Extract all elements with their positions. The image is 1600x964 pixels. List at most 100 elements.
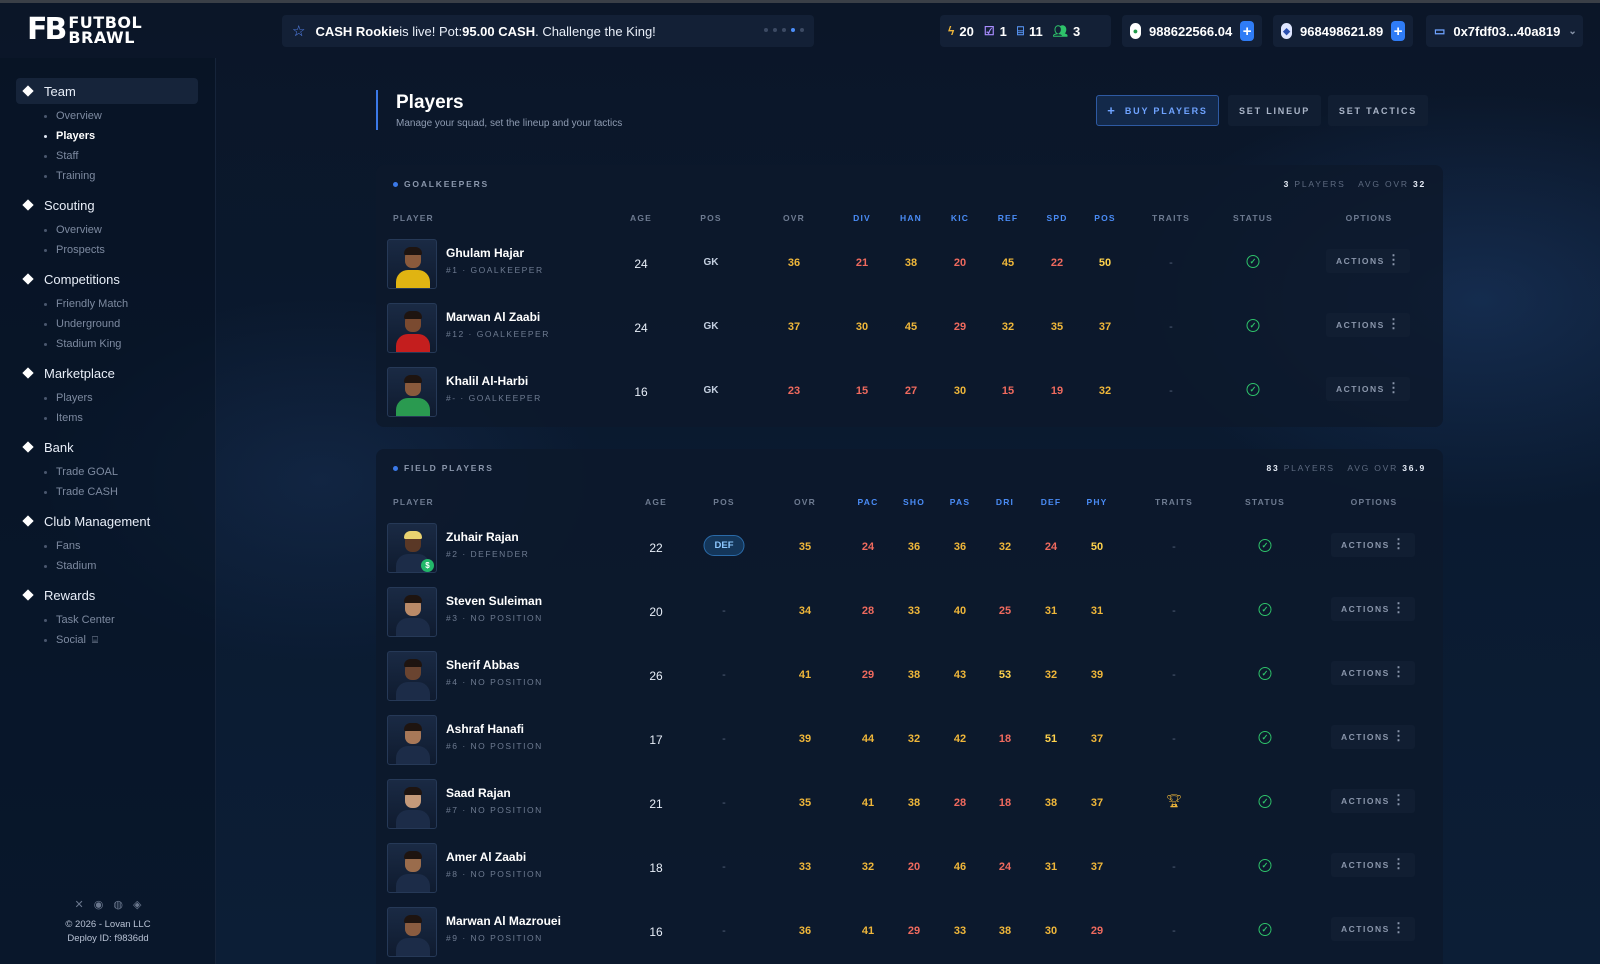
player-name[interactable]: Amer Al Zaabi: [446, 850, 526, 864]
player-name[interactable]: Ashraf Hanafi: [446, 722, 524, 736]
nav-fans[interactable]: Fans: [16, 536, 215, 556]
col-pos-stat[interactable]: POS: [1094, 213, 1116, 223]
nav-team-overview[interactable]: Overview: [16, 106, 215, 126]
nav-marketplace-items[interactable]: Items: [16, 408, 215, 428]
nav-team-players[interactable]: Players: [16, 126, 215, 146]
table-row[interactable]: Marwan Al Mazrouei #9 · NO POSITION 16 -…: [376, 901, 1443, 964]
nav-marketplace[interactable]: Marketplace: [16, 360, 198, 386]
gifts-stat[interactable]: ⌸ 11: [1017, 24, 1043, 39]
nav-marketplace-players[interactable]: Players: [16, 388, 215, 408]
nav-competitions[interactable]: Competitions: [16, 266, 198, 292]
col-ref[interactable]: REF: [998, 213, 1019, 223]
nav-stadium-king[interactable]: Stadium King: [16, 334, 215, 354]
col-sho[interactable]: SHO: [903, 497, 925, 507]
trophy-icon[interactable]: 🏆︎: [1166, 793, 1183, 809]
player-name[interactable]: Marwan Al Zaabi: [446, 310, 540, 324]
wallet-address-menu[interactable]: ▭ 0x7fdf03...40a819 ⌄: [1426, 15, 1583, 47]
col-div[interactable]: DIV: [853, 213, 871, 223]
telegram-icon[interactable]: ◉: [94, 898, 104, 912]
nav-bank[interactable]: Bank: [16, 434, 198, 460]
col-ovr[interactable]: OVR: [794, 497, 816, 507]
col-def[interactable]: DEF: [1041, 497, 1062, 507]
col-pas[interactable]: PAS: [950, 497, 970, 507]
player-name[interactable]: Zuhair Rajan: [446, 530, 519, 544]
status-ok-icon: ✓: [1258, 859, 1272, 872]
col-kic[interactable]: KIC: [951, 213, 969, 223]
col-spd[interactable]: SPD: [1046, 213, 1067, 223]
actions-button[interactable]: ACTIONS ⋮: [1331, 789, 1415, 813]
ticker-dot[interactable]: [764, 28, 768, 32]
add-cash-button[interactable]: +: [1240, 21, 1254, 41]
player-name[interactable]: Khalil Al-Harbi: [446, 374, 528, 388]
table-row[interactable]: $ Zuhair Rajan #2 · DEFENDER 22 DEF 35 2…: [376, 517, 1443, 581]
player-name[interactable]: Marwan Al Mazrouei: [446, 914, 561, 928]
col-phy[interactable]: PHY: [1086, 497, 1107, 507]
col-dri[interactable]: DRI: [996, 497, 1014, 507]
player-name[interactable]: Saad Rajan: [446, 786, 511, 800]
nav-task-center[interactable]: Task Center: [16, 610, 215, 630]
col-age[interactable]: AGE: [645, 497, 667, 507]
nav-team-training[interactable]: Training: [16, 166, 215, 186]
set-lineup-button[interactable]: SET LINEUP: [1228, 95, 1321, 126]
col-ovr[interactable]: OVR: [783, 213, 805, 223]
discord-icon[interactable]: ◍: [113, 898, 123, 912]
set-tactics-button[interactable]: SET TACTICS: [1328, 95, 1428, 126]
nav-stadium[interactable]: Stadium: [16, 556, 215, 576]
tasks-stat[interactable]: ☑ 1: [984, 24, 1007, 39]
add-goal-button[interactable]: +: [1391, 21, 1405, 41]
actions-button[interactable]: ACTIONS ⋮: [1331, 917, 1415, 941]
nav-team[interactable]: Team: [16, 78, 198, 104]
col-pac[interactable]: PAC: [858, 497, 879, 507]
ticker-dot[interactable]: [800, 28, 804, 32]
nav-scouting-overview[interactable]: Overview: [16, 220, 215, 240]
friends-stat[interactable]: 👥︎ 3: [1053, 24, 1080, 39]
col-age[interactable]: AGE: [630, 213, 652, 223]
actions-button[interactable]: ACTIONS ⋮: [1326, 377, 1410, 401]
nav-underground[interactable]: Underground: [16, 314, 215, 334]
nav-social[interactable]: Social ⌸: [16, 630, 215, 650]
col-player[interactable]: PLAYER: [393, 497, 434, 507]
col-player[interactable]: PLAYER: [393, 213, 434, 223]
cash-balance: ● 988622566.04 +: [1122, 15, 1262, 47]
energy-stat[interactable]: ϟ 20: [948, 24, 974, 39]
player-name[interactable]: Steven Suleiman: [446, 594, 542, 608]
actions-button[interactable]: ACTIONS ⋮: [1331, 533, 1415, 557]
col-han[interactable]: HAN: [900, 213, 922, 223]
table-row[interactable]: Ashraf Hanafi #6 · NO POSITION 17 - 39 4…: [376, 709, 1443, 773]
docs-icon[interactable]: ◈: [133, 898, 141, 912]
nav-scouting-prospects[interactable]: Prospects: [16, 240, 215, 260]
nav-club-management[interactable]: Club Management: [16, 508, 198, 534]
col-pos[interactable]: POS: [713, 497, 735, 507]
nav-scouting[interactable]: Scouting: [16, 192, 198, 218]
table-row[interactable]: Saad Rajan #7 · NO POSITION 21 - 35 41 3…: [376, 773, 1443, 837]
table-row[interactable]: Amer Al Zaabi #8 · NO POSITION 18 - 33 3…: [376, 837, 1443, 901]
actions-button[interactable]: ACTIONS ⋮: [1331, 853, 1415, 877]
nav-team-staff[interactable]: Staff: [16, 146, 215, 166]
brand-logo[interactable]: FB FUTBOL BRAWL: [27, 15, 142, 46]
position-badge[interactable]: DEF: [703, 535, 745, 556]
x-icon[interactable]: ✕: [75, 898, 84, 912]
table-row[interactable]: Marwan Al Zaabi #12 · GOALKEEPER 24 GK 3…: [376, 297, 1443, 361]
ticker-dot[interactable]: [773, 28, 777, 32]
actions-button[interactable]: ACTIONS ⋮: [1326, 313, 1410, 337]
table-row[interactable]: Sherif Abbas #4 · NO POSITION 26 - 41 29…: [376, 645, 1443, 709]
buy-players-button[interactable]: + BUY PLAYERS: [1096, 95, 1219, 126]
table-row[interactable]: Steven Suleiman #3 · NO POSITION 20 - 34…: [376, 581, 1443, 645]
nav-trade-goal[interactable]: Trade GOAL: [16, 462, 215, 482]
nav-trade-cash[interactable]: Trade CASH: [16, 482, 215, 502]
table-row[interactable]: Ghulam Hajar #1 · GOALKEEPER 24 GK 36 21…: [376, 233, 1443, 297]
table-row[interactable]: Khalil Al-Harbi #- · GOALKEEPER 16 GK 23…: [376, 361, 1443, 425]
actions-button[interactable]: ACTIONS ⋮: [1326, 249, 1410, 273]
player-name[interactable]: Ghulam Hajar: [446, 246, 524, 260]
player-name[interactable]: Sherif Abbas: [446, 658, 520, 672]
actions-button[interactable]: ACTIONS ⋮: [1331, 725, 1415, 749]
nav-rewards[interactable]: Rewards: [16, 582, 198, 608]
actions-button[interactable]: ACTIONS ⋮: [1331, 661, 1415, 685]
col-pos[interactable]: POS: [700, 213, 722, 223]
nav-friendly-match[interactable]: Friendly Match: [16, 294, 215, 314]
announcement-ticker[interactable]: ☆ CASH Rookie is live! Pot: 95.00 CASH .…: [282, 15, 814, 47]
bullet-icon: [44, 342, 47, 346]
ticker-dot[interactable]: [782, 28, 786, 32]
actions-button[interactable]: ACTIONS ⋮: [1331, 597, 1415, 621]
ticker-dot-active[interactable]: [791, 28, 795, 32]
